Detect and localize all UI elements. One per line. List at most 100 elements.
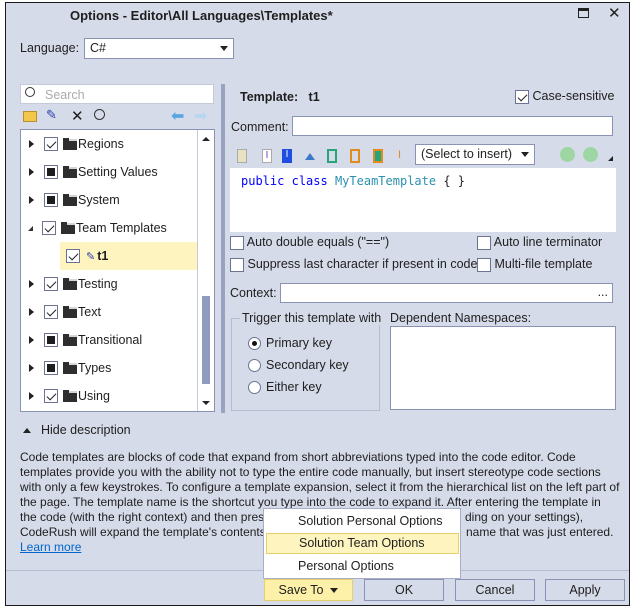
search-icon bbox=[25, 87, 35, 97]
multi-file-checkbox[interactable]: Multi-file template bbox=[477, 257, 592, 272]
learn-more-link[interactable]: Learn more bbox=[20, 540, 81, 555]
code-editor[interactable]: public class MyTeamTemplate { } bbox=[230, 168, 616, 232]
context-browse-button[interactable]: ... bbox=[598, 285, 608, 299]
trigger-radio[interactable]: Primary key bbox=[248, 336, 332, 351]
tree-item[interactable]: Setting Values bbox=[21, 158, 197, 186]
tree-item[interactable]: Team Templates bbox=[21, 214, 197, 242]
description-line: with only a few keystrokes. To configure… bbox=[20, 480, 620, 494]
context-label: Context: bbox=[230, 286, 277, 300]
namespaces-list[interactable] bbox=[390, 326, 616, 410]
tree-checkbox[interactable] bbox=[44, 193, 58, 207]
expand-arrow-icon[interactable] bbox=[29, 336, 34, 344]
field-orange-icon[interactable] bbox=[350, 149, 360, 163]
tree-item-label: Testing bbox=[78, 277, 118, 291]
expand-corner-icon[interactable] bbox=[608, 156, 613, 161]
template-tree[interactable]: Regions Setting Values System Team Template… bbox=[20, 129, 215, 412]
tree-item[interactable]: System bbox=[21, 186, 197, 214]
triangle-icon[interactable] bbox=[305, 153, 315, 160]
prev-icon[interactable] bbox=[560, 147, 575, 162]
maximize-icon[interactable] bbox=[578, 8, 589, 18]
menu-item-solution-personal[interactable]: Solution Personal Options bbox=[266, 511, 459, 532]
back-arrow-icon[interactable]: ⬅ bbox=[171, 106, 184, 126]
selection-icon[interactable]: I bbox=[282, 149, 292, 163]
description-line: Code templates are blocks of code that e… bbox=[20, 450, 576, 464]
apply-button[interactable]: Apply bbox=[545, 579, 625, 601]
expand-arrow-icon[interactable] bbox=[29, 392, 34, 400]
chevron-down-icon bbox=[220, 46, 228, 51]
menu-item-solution-team[interactable]: Solution Team Options bbox=[266, 533, 459, 554]
tree-item[interactable]: Regions bbox=[21, 130, 197, 158]
splitter[interactable] bbox=[221, 84, 225, 413]
folder-icon bbox=[63, 165, 77, 178]
collapse-triangle-icon[interactable] bbox=[23, 428, 31, 433]
tree-checkbox[interactable] bbox=[42, 221, 56, 235]
folder-icon bbox=[61, 221, 75, 234]
field-mixed-icon[interactable] bbox=[373, 149, 383, 163]
tree-checkbox[interactable] bbox=[44, 305, 58, 319]
auto-line-terminator-checkbox[interactable]: Auto line terminator bbox=[477, 235, 602, 250]
tree-checkbox[interactable] bbox=[66, 249, 80, 263]
folder-icon bbox=[63, 389, 77, 402]
expand-arrow-icon[interactable] bbox=[29, 168, 34, 176]
context-input[interactable]: ... bbox=[280, 283, 613, 303]
tree-item[interactable]: ✎ t1 bbox=[60, 242, 197, 270]
expand-arrow-icon[interactable] bbox=[29, 196, 34, 204]
next-icon[interactable] bbox=[583, 147, 598, 162]
hide-description-toggle[interactable]: Hide description bbox=[41, 423, 131, 437]
caret-icon[interactable]: I bbox=[262, 149, 272, 163]
insert-select[interactable]: (Select to insert) bbox=[415, 144, 535, 165]
expand-arrow-icon[interactable] bbox=[29, 280, 34, 288]
tree-item[interactable]: Text bbox=[21, 298, 197, 326]
tree-checkbox[interactable] bbox=[44, 165, 58, 179]
tree-checkbox[interactable] bbox=[44, 137, 58, 151]
trigger-radio[interactable]: Secondary key bbox=[248, 358, 349, 373]
tree-item[interactable]: Transitional bbox=[21, 326, 197, 354]
language-combo[interactable]: C# bbox=[84, 38, 234, 59]
tree-item[interactable]: Types bbox=[21, 354, 197, 382]
close-icon[interactable]: ✕ bbox=[608, 4, 621, 22]
marker-icon[interactable]: I bbox=[398, 149, 408, 163]
paste-icon[interactable] bbox=[237, 149, 247, 163]
field-green-icon[interactable] bbox=[327, 149, 337, 163]
tree-item[interactable]: Testing bbox=[21, 270, 197, 298]
tree-checkbox[interactable] bbox=[44, 333, 58, 347]
tree-scrollbar[interactable] bbox=[197, 130, 214, 411]
menu-item-personal[interactable]: Personal Options bbox=[266, 556, 459, 577]
description-line: ding on your settings), bbox=[465, 510, 584, 524]
search-input[interactable]: Search bbox=[45, 88, 85, 102]
template-icon: ✎ bbox=[86, 250, 96, 263]
suppress-last-checkbox[interactable]: Suppress last character if present in co… bbox=[230, 257, 477, 272]
cancel-button[interactable]: Cancel bbox=[455, 579, 535, 601]
save-to-button[interactable]: Save To bbox=[264, 579, 353, 601]
find-icon[interactable] bbox=[94, 109, 105, 120]
case-sensitive-checkbox[interactable]: Case-sensitive bbox=[515, 89, 614, 104]
scroll-thumb[interactable] bbox=[202, 296, 210, 384]
window-title: Options - Editor\All Languages\Templates… bbox=[70, 8, 333, 23]
comment-input[interactable] bbox=[292, 116, 613, 136]
tree-item[interactable]: Using bbox=[21, 382, 197, 410]
tree-checkbox[interactable] bbox=[44, 277, 58, 291]
forward-arrow-icon[interactable]: ➡ bbox=[194, 106, 207, 126]
scroll-down-icon[interactable] bbox=[202, 401, 210, 405]
collapse-arrow-icon[interactable] bbox=[28, 225, 33, 231]
tree-checkbox[interactable] bbox=[44, 389, 58, 403]
ok-button[interactable]: OK bbox=[364, 579, 444, 601]
tree-item-label: Team Templates bbox=[76, 221, 167, 235]
folder-icon bbox=[63, 137, 77, 150]
new-template-icon[interactable]: ✎ bbox=[46, 107, 57, 123]
trigger-radio[interactable]: Either key bbox=[248, 380, 322, 395]
chevron-down-icon bbox=[330, 588, 339, 594]
expand-arrow-icon[interactable] bbox=[29, 308, 34, 316]
trigger-label: Trigger this template with bbox=[240, 311, 384, 325]
search-box[interactable]: Search bbox=[20, 84, 214, 104]
namespaces-label: Dependent Namespaces: bbox=[390, 311, 532, 325]
scroll-up-icon[interactable] bbox=[202, 137, 210, 141]
new-folder-icon[interactable] bbox=[23, 111, 37, 122]
delete-icon[interactable]: ✕ bbox=[71, 107, 84, 125]
tree-checkbox[interactable] bbox=[44, 361, 58, 375]
options-dialog: Options - Editor\All Languages\Templates… bbox=[5, 2, 630, 606]
expand-arrow-icon[interactable] bbox=[29, 140, 34, 148]
folder-icon bbox=[63, 333, 77, 346]
expand-arrow-icon[interactable] bbox=[29, 364, 34, 372]
auto-double-equals-checkbox[interactable]: Auto double equals ("==") bbox=[230, 235, 389, 250]
